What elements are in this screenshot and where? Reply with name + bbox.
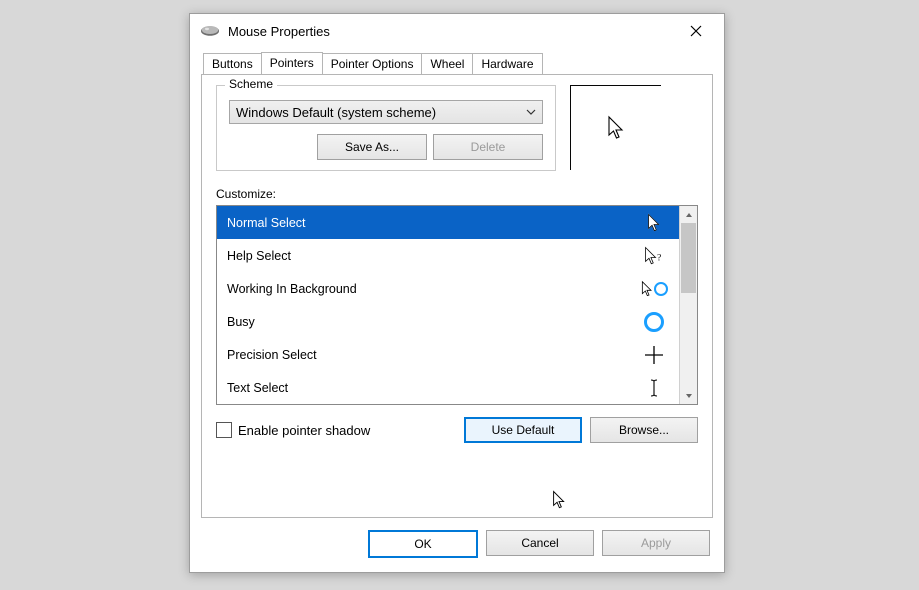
titlebar: Mouse Properties bbox=[190, 14, 724, 48]
scroll-down-icon[interactable] bbox=[680, 387, 697, 404]
delete-button: Delete bbox=[433, 134, 543, 160]
list-item[interactable]: Busy bbox=[217, 305, 679, 338]
scroll-up-icon[interactable] bbox=[680, 206, 697, 223]
cancel-button[interactable]: Cancel bbox=[486, 530, 594, 556]
list-item[interactable]: Working In Background bbox=[217, 272, 679, 305]
pointer-preview bbox=[570, 85, 661, 170]
list-item-label: Text Select bbox=[227, 381, 288, 395]
list-item-label: Working In Background bbox=[227, 282, 357, 296]
arrow-cursor-icon bbox=[639, 213, 669, 233]
tab-pointer-options[interactable]: Pointer Options bbox=[322, 53, 423, 75]
enable-pointer-shadow-checkbox[interactable] bbox=[216, 422, 232, 438]
scrollbar[interactable] bbox=[679, 206, 697, 404]
tab-wheel[interactable]: Wheel bbox=[421, 53, 473, 75]
working-cursor-icon bbox=[639, 280, 669, 298]
tab-buttons[interactable]: Buttons bbox=[203, 53, 262, 75]
mouse-properties-dialog: Mouse Properties Buttons Pointers Pointe… bbox=[189, 13, 725, 573]
list-item-label: Normal Select bbox=[227, 216, 306, 230]
cursor-list: Normal Select Help Select ? bbox=[216, 205, 698, 405]
window-title: Mouse Properties bbox=[228, 24, 330, 39]
client-area: Buttons Pointers Pointer Options Wheel H… bbox=[198, 52, 716, 564]
dialog-button-row: OK Cancel Apply bbox=[368, 530, 710, 558]
mouse-icon bbox=[200, 24, 220, 38]
apply-button: Apply bbox=[602, 530, 710, 556]
list-item[interactable]: Text Select bbox=[217, 371, 679, 404]
scheme-selected-value: Windows Default (system scheme) bbox=[236, 105, 436, 120]
chevron-down-icon bbox=[526, 107, 536, 117]
tab-hardware[interactable]: Hardware bbox=[472, 53, 542, 75]
enable-pointer-shadow-label: Enable pointer shadow bbox=[238, 423, 370, 438]
tabstrip: Buttons Pointers Pointer Options Wheel H… bbox=[198, 52, 716, 74]
arrow-cursor-icon bbox=[607, 115, 625, 141]
list-item-label: Busy bbox=[227, 315, 255, 329]
busy-ring-icon bbox=[654, 282, 668, 296]
precision-cursor-icon bbox=[639, 345, 669, 365]
busy-cursor-icon bbox=[639, 312, 669, 332]
text-cursor-icon bbox=[639, 378, 669, 398]
use-default-button[interactable]: Use Default bbox=[464, 417, 582, 443]
list-item[interactable]: Precision Select bbox=[217, 338, 679, 371]
scroll-thumb[interactable] bbox=[681, 223, 696, 293]
help-cursor-icon: ? bbox=[639, 246, 669, 266]
save-as-button[interactable]: Save As... bbox=[317, 134, 427, 160]
list-item[interactable]: Help Select ? bbox=[217, 239, 679, 272]
browse-button[interactable]: Browse... bbox=[590, 417, 698, 443]
ok-button[interactable]: OK bbox=[368, 530, 478, 558]
list-item-label: Help Select bbox=[227, 249, 291, 263]
scheme-group: Scheme Windows Default (system scheme) S… bbox=[216, 85, 556, 171]
svg-text:?: ? bbox=[657, 252, 661, 262]
scheme-group-label: Scheme bbox=[225, 77, 277, 91]
tab-page-pointers: Scheme Windows Default (system scheme) S… bbox=[201, 74, 713, 518]
list-item-label: Precision Select bbox=[227, 348, 317, 362]
list-item[interactable]: Normal Select bbox=[217, 206, 679, 239]
customize-label: Customize: bbox=[216, 187, 698, 201]
tab-pointers[interactable]: Pointers bbox=[261, 52, 323, 74]
scheme-dropdown[interactable]: Windows Default (system scheme) bbox=[229, 100, 543, 124]
close-button[interactable] bbox=[676, 17, 716, 45]
